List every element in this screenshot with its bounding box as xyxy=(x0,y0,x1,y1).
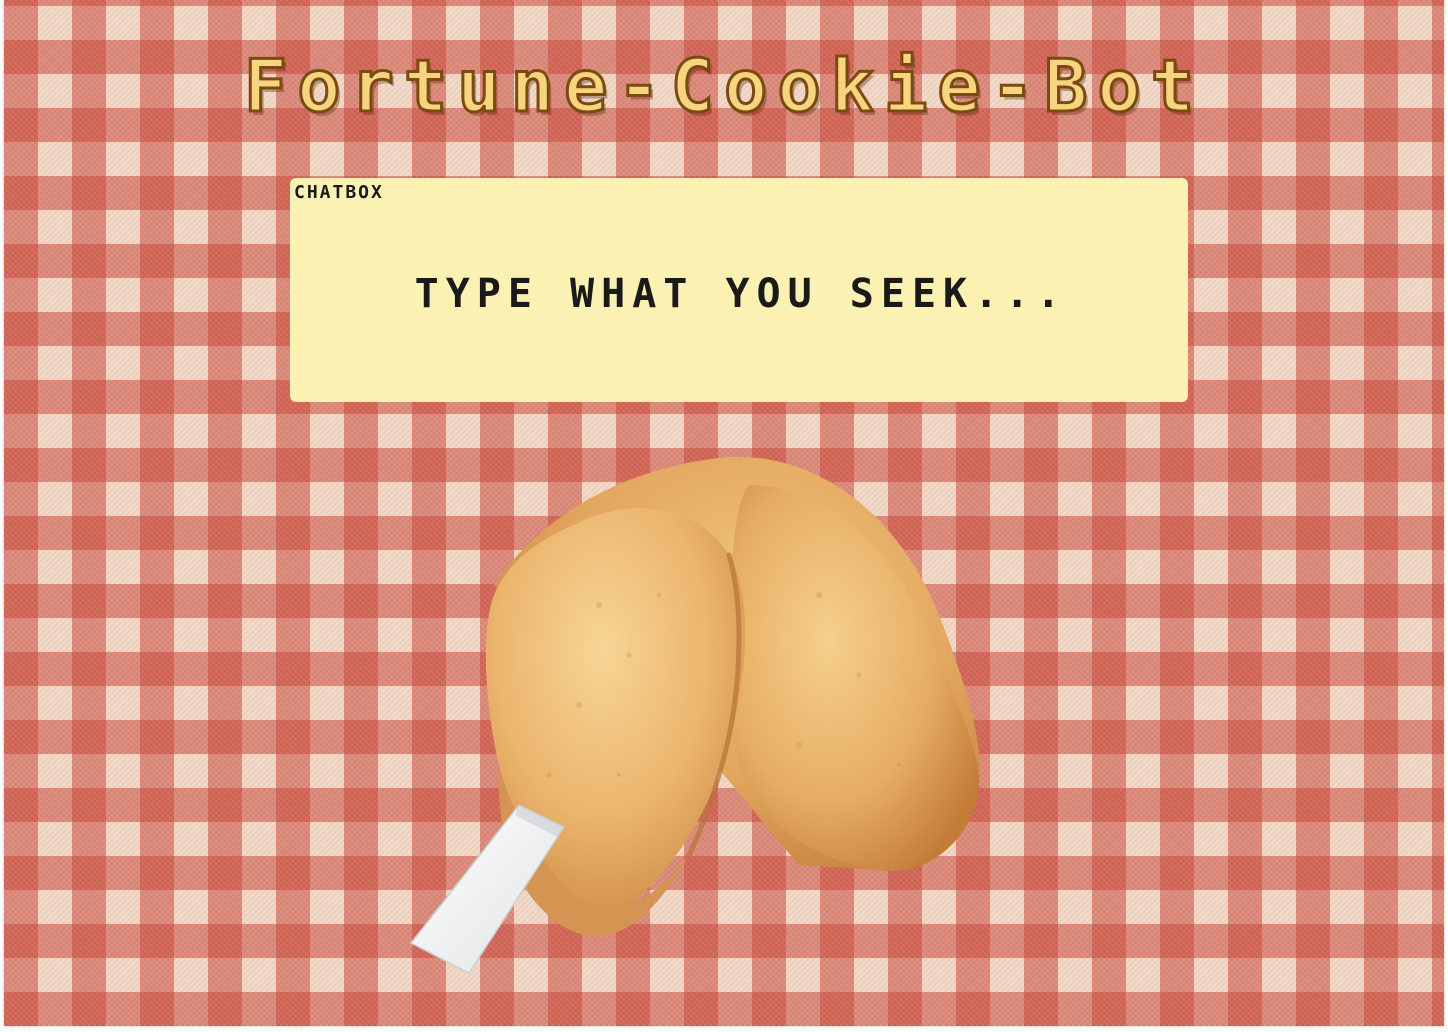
chatbox-label: CHATBOX xyxy=(294,182,384,203)
page-title: Fortune-Cookie-Bot xyxy=(242,43,1205,130)
chat-input[interactable] xyxy=(310,258,1172,330)
fortune-cookie-icon[interactable] xyxy=(399,445,999,985)
chatbox: CHATBOX xyxy=(290,178,1188,402)
tablecloth-background: Fortune-Cookie-Bot CHATBOX xyxy=(4,0,1444,1026)
